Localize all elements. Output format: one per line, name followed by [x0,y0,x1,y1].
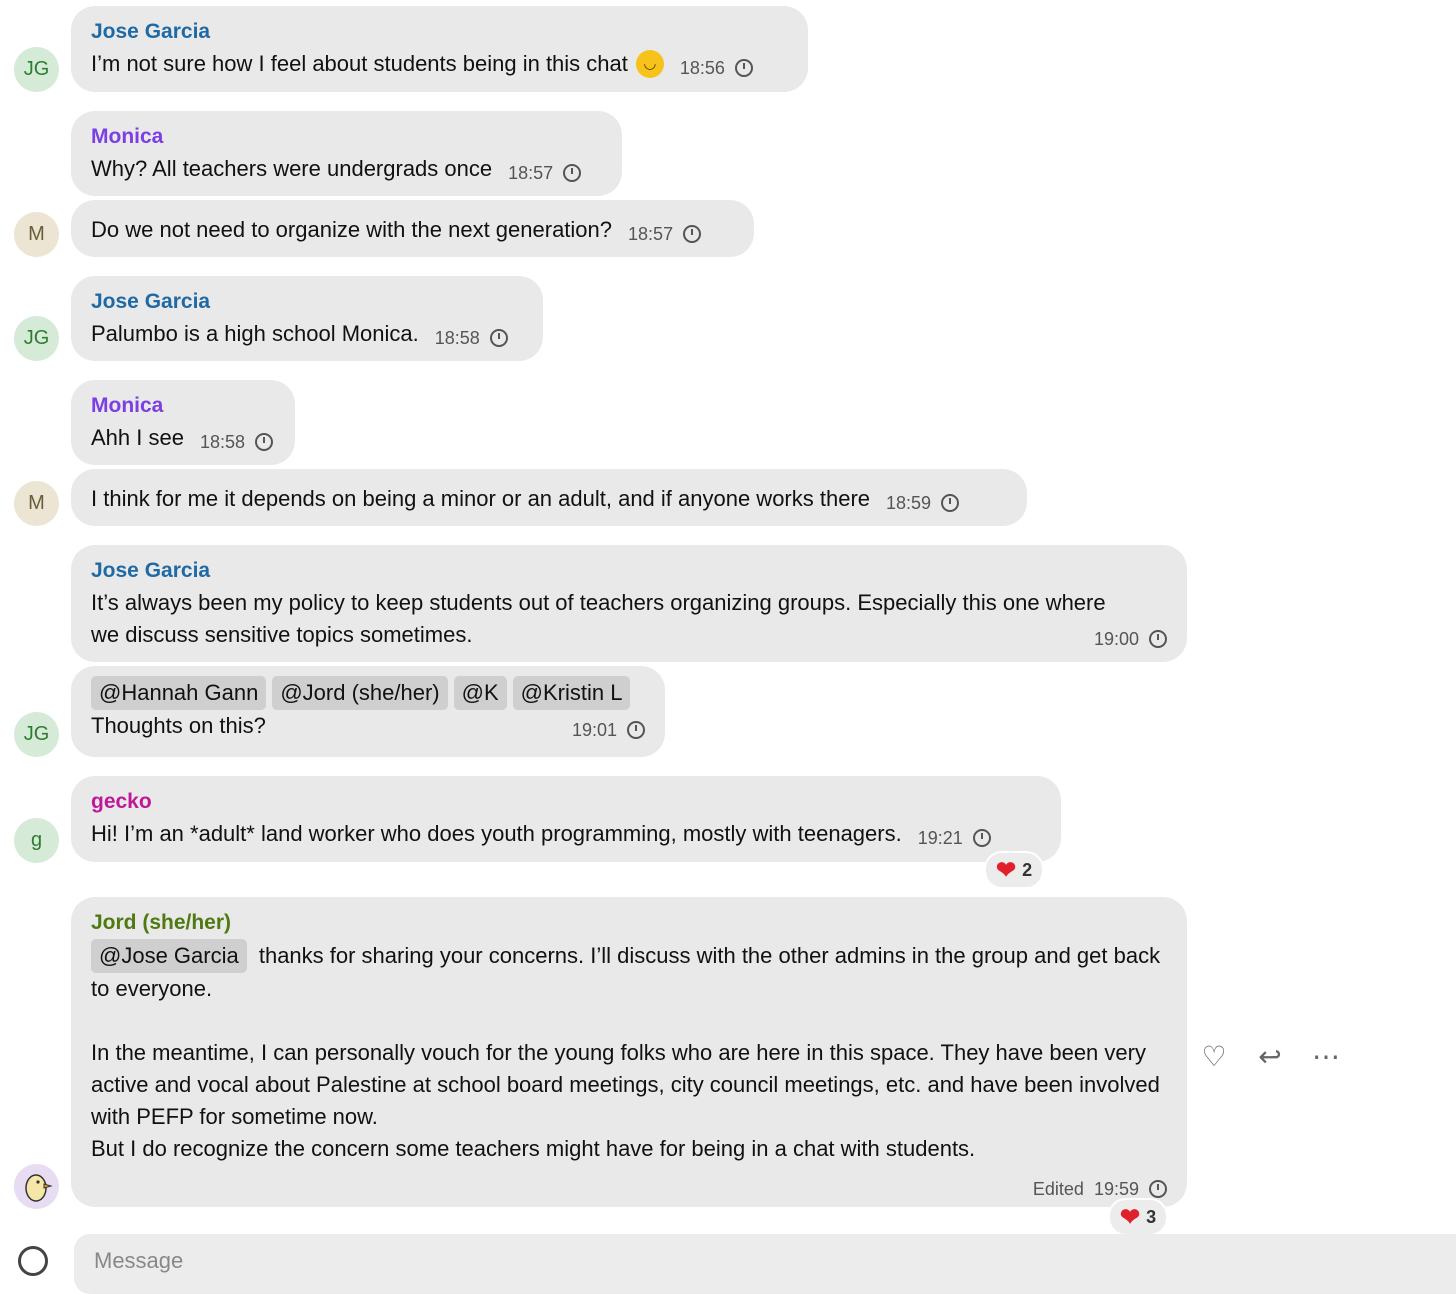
clock-icon [941,494,960,512]
clock-icon [255,433,273,451]
message-text: In the meantime, I can personally vouch … [91,1040,1160,1129]
message-input[interactable]: Message [74,1234,1456,1294]
message-text: Hi! I’m an *adult* land worker who does … [91,821,902,846]
message-text: Do we not need to organize with the next… [91,217,613,242]
message-time: 18:58 [434,328,480,348]
avatar[interactable]: M [14,212,59,257]
avatar[interactable]: JG [14,316,59,361]
add-reaction-icon[interactable]: ♡ [1196,1040,1232,1073]
message-bubble[interactable]: Do we not need to organize with the next… [71,200,754,257]
avatar[interactable]: JG [14,712,59,757]
avatar[interactable]: g [14,818,59,863]
message-time: 18:57 [508,163,554,183]
heart-icon: ❤ [1120,1203,1141,1231]
mention-chip[interactable]: @Jose Garcia [91,939,247,973]
edited-label: Edited [1032,1179,1084,1199]
message-bubble[interactable]: gecko Hi! I’m an *adult* land worker who… [71,776,1061,862]
message-bubble[interactable]: Monica Why? All teachers were undergrads… [71,111,622,196]
message-bubble[interactable]: Jose Garcia I’m not sure how I feel abou… [71,6,808,92]
clock-icon [1149,1180,1167,1198]
avatar[interactable] [14,1164,59,1209]
message-time: 18:57 [628,224,674,244]
mention-chip[interactable]: @Kristin L [512,676,631,710]
clock-icon [972,829,991,847]
message-bubble[interactable]: Jose Garcia It’s always been my policy t… [71,545,1187,662]
message-time: 19:01 [571,720,617,740]
reaction-count: 3 [1146,1206,1157,1227]
message-text: But I do recognize the concern some teac… [91,1136,976,1161]
more-options-icon[interactable]: ⋯ [1308,1040,1344,1073]
mention-chip[interactable]: @K [453,676,507,710]
avatar[interactable]: M [14,481,59,526]
sender-name[interactable]: Monica [91,125,602,149]
message-time: 19:21 [917,828,963,848]
message-text: thanks for sharing your concerns. I’ll d… [91,943,1161,1001]
bird-avatar-icon [14,1164,58,1208]
message-text: I think for me it depends on being a min… [91,486,871,511]
message-text: Palumbo is a high school Monica. [91,321,419,346]
upside-down-face-emoji-icon: ◡ [635,50,664,78]
clock-icon [489,329,508,347]
message-bubble[interactable]: @Hannah Gann @Jord (she/her) @K @Kristin… [71,666,665,757]
message-time: 19:00 [1093,629,1139,649]
heart-icon: ❤ [996,856,1017,884]
clock-icon [627,721,645,739]
sender-name[interactable]: gecko [91,790,1041,814]
message-bubble[interactable]: Monica Ahh I see 18:58 [71,380,295,465]
message-text: I’m not sure how I feel about students b… [91,51,628,76]
message-text: Thoughts on this? [91,713,266,738]
reaction-heart[interactable]: ❤ 2 [984,851,1045,889]
clock-icon [1149,630,1167,648]
sender-name[interactable]: Jose Garcia [91,20,788,44]
clock-icon [683,225,702,243]
message-bubble[interactable]: Jord (she/her) @Jose Garcia thanks for s… [71,897,1187,1207]
message-time: 18:59 [886,493,932,513]
message-bubble[interactable]: Jose Garcia Palumbo is a high school Mon… [71,276,543,361]
clock-icon [734,59,753,77]
reaction-heart[interactable]: ❤ 3 [1108,1198,1169,1236]
avatar[interactable]: JG [14,47,59,92]
reaction-count: 2 [1022,859,1033,880]
sender-name[interactable]: Jose Garcia [91,559,1167,583]
mention-chip[interactable]: @Jord (she/her) [272,676,448,710]
sender-name[interactable]: Jose Garcia [91,290,523,314]
sender-name[interactable]: Jord (she/her) [91,911,1167,935]
message-actions: ♡ ↩ ⋯ [1196,1040,1344,1073]
message-bubble[interactable]: I think for me it depends on being a min… [71,469,1027,526]
mention-chip[interactable]: @Hannah Gann [91,676,267,710]
sender-name[interactable]: Monica [91,394,275,418]
clock-icon [563,164,582,182]
reply-icon[interactable]: ↩ [1252,1040,1288,1073]
message-time: 18:58 [199,432,245,452]
emoji-picker-icon[interactable] [18,1246,48,1276]
message-text: Ahh I see [91,425,184,450]
message-text: Why? All teachers were undergrads once [91,156,493,181]
message-time: 18:56 [679,58,725,78]
